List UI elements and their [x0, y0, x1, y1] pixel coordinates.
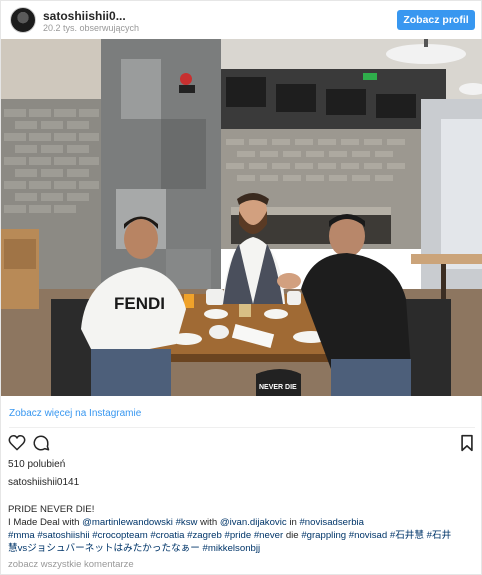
- username[interactable]: satoshiishii0...: [43, 9, 126, 23]
- shirt-text: FENDI: [114, 294, 165, 313]
- mention-link[interactable]: @ivan.dijakovic: [220, 517, 287, 528]
- instagram-embed-card: satoshiishii0... 20.2 tys. obserwujących…: [0, 0, 482, 575]
- post-author[interactable]: satoshiishii0141: [8, 477, 79, 488]
- caption-line: I Made Deal with @martinlewandowski #ksw…: [8, 516, 476, 529]
- bag-text: NEVER DIE: [259, 384, 297, 391]
- heart-icon[interactable]: [8, 434, 26, 456]
- divider: [9, 427, 475, 428]
- hashtag-link[interactable]: #ksw: [173, 517, 198, 528]
- mention-link[interactable]: @martinlewandowski: [82, 517, 173, 528]
- follower-count: 20.2 tys. obserwujących: [43, 23, 140, 33]
- view-more-on-instagram-link[interactable]: Zobacz więcej na Instagramie: [9, 408, 141, 419]
- hashtag-link[interactable]: #mma #satoshiishii #crocopteam #croatia …: [8, 530, 283, 541]
- view-all-comments-link[interactable]: zobacz wszystkie komentarze: [8, 559, 134, 570]
- caption-line: #mma #satoshiishii #crocopteam #croatia …: [8, 529, 476, 542]
- caption-text: die: [283, 530, 302, 541]
- like-count[interactable]: 510 polubień: [8, 459, 65, 470]
- bookmark-icon[interactable]: [460, 434, 474, 457]
- hashtag-link[interactable]: #grappling #novisad #石井慧 #石井: [301, 530, 451, 541]
- post-caption: PRIDE NEVER DIE! I Made Deal with @marti…: [8, 503, 476, 555]
- hashtag-link[interactable]: #novisadserbia: [299, 517, 364, 528]
- caption-text: in: [286, 517, 300, 528]
- avatar[interactable]: [10, 7, 36, 33]
- caption-line[interactable]: 慧vsジョシュバーネットはみたかったなぁー #mikkelsonbjj: [8, 542, 476, 555]
- post-photo[interactable]: FENDI NEVER DIE: [1, 39, 482, 396]
- caption-text: I Made Deal with: [8, 517, 83, 528]
- caption-line: PRIDE NEVER DIE!: [8, 504, 95, 515]
- comment-icon[interactable]: [32, 434, 50, 457]
- caption-text: with: [197, 517, 220, 528]
- view-profile-button[interactable]: Zobacz profil: [397, 10, 475, 30]
- restaurant-photo-illustration: FENDI NEVER DIE: [1, 39, 482, 396]
- post-header: satoshiishii0... 20.2 tys. obserwujących…: [1, 1, 482, 39]
